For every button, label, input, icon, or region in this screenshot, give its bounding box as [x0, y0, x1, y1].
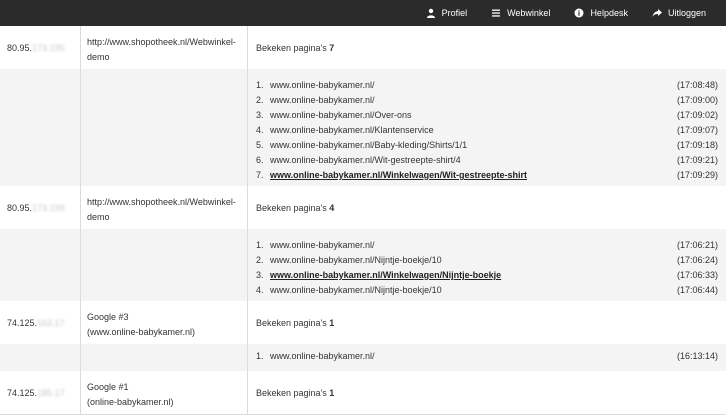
- user-icon: [426, 8, 435, 18]
- page-list: 1. www.online-babykamer.nl/ (17:08:48) 2. ww…: [256, 78, 718, 183]
- viewed-pages-count: Bekeken pagina's 1: [256, 318, 335, 328]
- nav-helpdesk[interactable]: Helpdesk: [562, 0, 640, 26]
- page-url-link[interactable]: www.online-babykamer.nl/Klantenservice: [270, 123, 434, 138]
- page-number: 2.: [256, 255, 264, 265]
- page-url-link[interactable]: www.online-babykamer.nl/Over-ons: [270, 108, 412, 123]
- page-number: 4.: [256, 285, 264, 295]
- page-list-item: 1. www.online-babykamer.nl/ (17:06:21): [256, 238, 718, 253]
- page-number: 1.: [256, 240, 264, 250]
- page-url-link[interactable]: www.online-babykamer.nl/Nijntje-boekje/1…: [270, 283, 442, 298]
- visit-row: 74.125.185.17 Google #1 (online-babykamer…: [0, 371, 726, 415]
- page-list-item: 4. www.online-babykamer.nl/Klantenservice…: [256, 123, 718, 138]
- page-number: 1.: [256, 351, 264, 361]
- page-list-item: 2. www.online-babykamer.nl/Nijntje-boekje…: [256, 253, 718, 268]
- page-timestamp: (17:08:48): [676, 80, 718, 90]
- page-list: 1. www.online-babykamer.nl/ (17:06:21) 2. ww…: [256, 238, 718, 298]
- page-url-link[interactable]: www.online-babykamer.nl/Nijntje-boekje/1…: [270, 253, 442, 268]
- page-url-link[interactable]: www.online-babykamer.nl/: [270, 78, 375, 93]
- nav-logout[interactable]: Uitloggen: [640, 0, 718, 26]
- page-number: 3.: [256, 270, 264, 280]
- page-timestamp: (17:09:18): [676, 140, 718, 150]
- page-list-item: 1. www.online-babykamer.nl/ (17:08:48): [256, 78, 718, 93]
- page-timestamp: (17:06:21): [676, 240, 718, 250]
- page-list-item: 2. www.online-babykamer.nl/ (17:09:00): [256, 93, 718, 108]
- nav-webshop[interactable]: Webwinkel: [479, 0, 562, 26]
- ip-address: 80.95.173.195: [7, 43, 65, 53]
- source: http://www.shopotheek.nl/Webwinkel-demo: [87, 37, 236, 62]
- viewed-pages-count: Bekeken pagina's 4: [256, 203, 335, 213]
- page-list: 1. www.online-babykamer.nl/ (16:13:14): [256, 349, 718, 364]
- nav-profile[interactable]: Profiel: [414, 0, 480, 26]
- page-url-link[interactable]: www.online-babykamer.nl/: [270, 238, 375, 253]
- page-number: 3.: [256, 110, 264, 120]
- page-timestamp: (17:09:00): [676, 95, 718, 105]
- list-icon: [492, 9, 501, 17]
- pages-row: 1. www.online-babykamer.nl/ (17:06:21) 2. ww…: [0, 229, 726, 302]
- page-timestamp: (16:13:14): [676, 351, 718, 361]
- page-number: 7.: [256, 170, 264, 180]
- page-list-item: 3. www.online-babykamer.nl/Winkelwagen/Ni…: [256, 268, 718, 283]
- page-list-item: 3. www.online-babykamer.nl/Over-ons (17:09…: [256, 108, 718, 123]
- page-timestamp: (17:09:21): [676, 155, 718, 165]
- ip-address: 74.125.185.17: [7, 388, 65, 398]
- page-list-item: 1. www.online-babykamer.nl/ (16:13:14): [256, 349, 718, 364]
- pages-row: 1. www.online-babykamer.nl/ (17:08:48) 2. ww…: [0, 69, 726, 187]
- page-number: 4.: [256, 125, 264, 135]
- page-number: 6.: [256, 155, 264, 165]
- nav-helpdesk-label: Helpdesk: [590, 8, 628, 18]
- page-url-link[interactable]: www.online-babykamer.nl/Wit-gestreepte-s…: [270, 153, 461, 168]
- page-timestamp: (17:09:07): [676, 125, 718, 135]
- page-list-item: 6. www.online-babykamer.nl/Wit-gestreepte…: [256, 153, 718, 168]
- info-icon: [574, 8, 584, 18]
- nav-webshop-label: Webwinkel: [507, 8, 551, 18]
- page-timestamp: (17:06:33): [676, 270, 718, 280]
- page-url-link[interactable]: www.online-babykamer.nl/: [270, 93, 375, 108]
- page-number: 5.: [256, 140, 264, 150]
- page-url-link[interactable]: www.online-babykamer.nl/Baby-kleding/Shi…: [270, 138, 467, 153]
- source: Google #3 (www.online-babykamer.nl): [87, 312, 196, 337]
- page-url-link[interactable]: www.online-babykamer.nl/Winkelwagen/Wit-…: [270, 168, 527, 183]
- visit-row: 74.125.163.17 Google #3 (www.online-babyk…: [0, 301, 726, 345]
- ip-address: 80.95.173.199: [7, 203, 65, 213]
- page-list-item: 4. www.online-babykamer.nl/Nijntje-boekje…: [256, 283, 718, 298]
- top-bar: Profiel Webwinkel Helpdesk Uitloggen: [0, 0, 726, 26]
- page-timestamp: (17:09:29): [676, 170, 718, 180]
- source: Google #1 (online-babykamer.nl): [87, 382, 174, 407]
- page-list-item: 7. www.online-babykamer.nl/Winkelwagen/Wi…: [256, 168, 718, 183]
- ip-address: 74.125.163.17: [7, 318, 65, 328]
- nav-logout-label: Uitloggen: [667, 8, 706, 18]
- page-url-link[interactable]: www.online-babykamer.nl/Winkelwagen/Nijn…: [270, 268, 501, 283]
- page-timestamp: (17:06:44): [676, 285, 718, 295]
- visit-row: 80.95.173.195 http://www.shopotheek.nl/W…: [0, 26, 726, 70]
- viewed-pages-count: Bekeken pagina's 7: [256, 43, 335, 53]
- page-url-link[interactable]: www.online-babykamer.nl/: [270, 349, 375, 364]
- page-number: 2.: [256, 95, 264, 105]
- pages-row: 1. www.online-babykamer.nl/ (16:13:14): [0, 344, 726, 372]
- page-list-item: 5. www.online-babykamer.nl/Baby-kleding/S…: [256, 138, 718, 153]
- source: http://www.shopotheek.nl/Webwinkel-demo: [87, 197, 236, 222]
- viewed-pages-count: Bekeken pagina's 1: [256, 388, 335, 398]
- share-arrow-icon: [652, 9, 662, 17]
- page-timestamp: (17:09:02): [676, 110, 718, 120]
- nav-profile-label: Profiel: [441, 8, 468, 18]
- visit-row: 80.95.173.199 http://www.shopotheek.nl/W…: [0, 186, 726, 230]
- page-timestamp: (17:06:24): [676, 255, 718, 265]
- page-number: 1.: [256, 80, 264, 90]
- top-nav: Profiel Webwinkel Helpdesk Uitloggen: [414, 0, 718, 26]
